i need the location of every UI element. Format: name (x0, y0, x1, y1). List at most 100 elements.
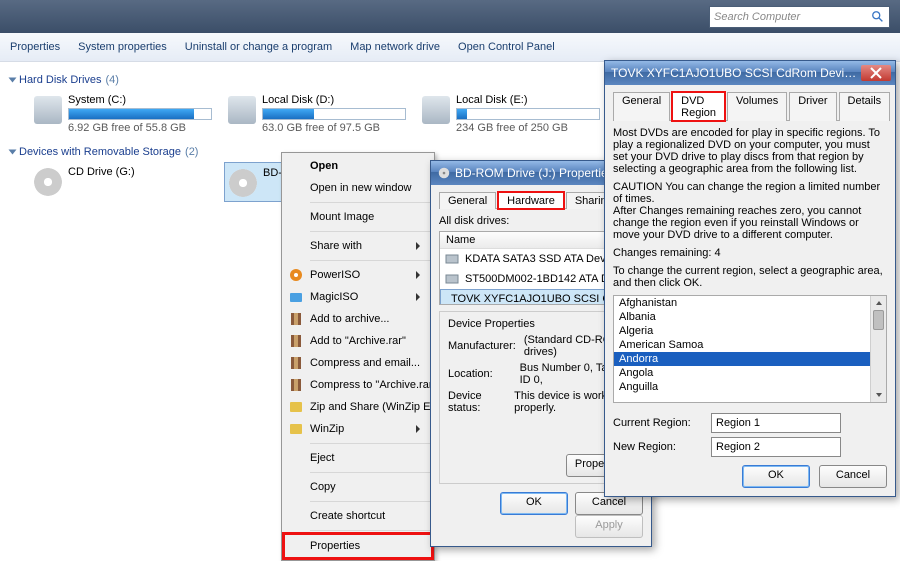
toolbar-system-properties[interactable]: System properties (78, 41, 167, 53)
chevron-right-icon (416, 242, 420, 250)
current-region-label: Current Region: (613, 417, 703, 429)
ctx-eject[interactable]: Eject (284, 447, 432, 469)
ctx-copy[interactable]: Copy (284, 476, 432, 498)
device-tabs: General DVD Region Volumes Driver Detail… (613, 91, 887, 121)
search-input[interactable]: Search Computer (709, 6, 890, 28)
tab-hardware[interactable]: Hardware (498, 192, 564, 209)
separator (310, 530, 430, 531)
chevron-right-icon (416, 293, 420, 301)
region-item[interactable]: Angola (614, 366, 886, 380)
drive-c-name: System (C:) (68, 94, 210, 106)
toolbar-control-panel[interactable]: Open Control Panel (458, 41, 555, 53)
tab-volumes[interactable]: Volumes (727, 92, 787, 121)
drive-e-bar (456, 108, 600, 120)
magiciso-icon (288, 289, 304, 305)
changes-remaining: Changes remaining: 4 (613, 247, 887, 259)
ok-button[interactable]: OK (500, 492, 568, 515)
section-removable-count: (2) (185, 146, 198, 158)
ctx-zip-share[interactable]: Zip and Share (WinZip Express) (284, 396, 432, 418)
disc-icon (229, 169, 257, 197)
scroll-up-icon[interactable] (871, 296, 886, 310)
context-menu: Open Open in new window Mount Image Shar… (281, 152, 435, 561)
hdd-icon (422, 96, 450, 124)
chevron-right-icon (416, 425, 420, 433)
scrollbar[interactable] (870, 296, 886, 402)
winzip-icon (288, 421, 304, 437)
separator (310, 231, 430, 232)
status-label: Device status: (448, 390, 506, 414)
to-change-label: To change the current region, select a g… (613, 265, 887, 289)
ctx-add-rar[interactable]: Add to "Archive.rar" (284, 330, 432, 352)
region-item[interactable]: Algeria (614, 324, 886, 338)
scroll-thumb[interactable] (873, 310, 884, 330)
winrar-icon (288, 333, 304, 349)
hdd-icon (228, 96, 256, 124)
search-placeholder: Search Computer (714, 11, 800, 23)
toolbar-uninstall[interactable]: Uninstall or change a program (185, 41, 332, 53)
separator (310, 501, 430, 502)
drive-d-bar (262, 108, 406, 120)
ctx-compress-rar-email[interactable]: Compress to "Archive.rar" and email (284, 374, 432, 396)
drive-d-name: Local Disk (D:) (262, 94, 404, 106)
winzip-icon (288, 399, 304, 415)
ctx-magiciso[interactable]: MagicISO (284, 286, 432, 308)
ctx-poweriso[interactable]: PowerISO (284, 264, 432, 286)
region-item[interactable]: American Samoa (614, 338, 886, 352)
drive-c-free: 6.92 GB free of 55.8 GB (68, 122, 210, 134)
toolbar-map-drive[interactable]: Map network drive (350, 41, 440, 53)
disc-icon (34, 168, 62, 196)
winrar-icon (288, 377, 304, 393)
ctx-share[interactable]: Share with (284, 235, 432, 257)
drive-c-bar (68, 108, 212, 120)
toolbar-properties[interactable]: Properties (10, 41, 60, 53)
ctx-mount[interactable]: Mount Image (284, 206, 432, 228)
tab-general[interactable]: General (613, 92, 670, 121)
ok-button[interactable]: OK (742, 465, 810, 488)
location-label: Location: (448, 368, 512, 380)
drive-c[interactable]: System (C:) 6.92 GB free of 55.8 GB (30, 90, 214, 138)
ctx-add-archive[interactable]: Add to archive... (284, 308, 432, 330)
region-para1: Most DVDs are encoded for play in specif… (613, 127, 887, 175)
tab-driver[interactable]: Driver (789, 92, 836, 121)
drive-e[interactable]: Local Disk (E:) 234 GB free of 250 GB (418, 90, 602, 138)
address-bar-area: Search Computer (0, 0, 900, 33)
region-item-selected[interactable]: Andorra (614, 352, 886, 366)
close-button[interactable] (861, 65, 891, 81)
hdd-icon (34, 96, 62, 124)
new-region-label: New Region: (613, 441, 703, 453)
chevron-right-icon (416, 271, 420, 279)
current-region-value: Region 1 (711, 413, 841, 433)
region-item[interactable]: Anguilla (614, 380, 886, 394)
ctx-properties[interactable]: Properties (284, 534, 432, 558)
drive-cd[interactable]: CD Drive (G:) (30, 162, 214, 202)
region-item[interactable]: Afghanistan (614, 296, 886, 310)
ctx-compress-email[interactable]: Compress and email... (284, 352, 432, 374)
ctx-open[interactable]: Open (284, 155, 432, 177)
tab-general[interactable]: General (439, 192, 496, 209)
new-region-value: Region 2 (711, 437, 841, 457)
drive-d-free: 63.0 GB free of 97.5 GB (262, 122, 404, 134)
separator (310, 443, 430, 444)
hdd-icon (445, 273, 459, 285)
region-item[interactable]: Albania (614, 310, 886, 324)
disc-icon (437, 166, 451, 180)
section-hdd-count: (4) (106, 74, 119, 86)
drive-e-free: 234 GB free of 250 GB (456, 122, 598, 134)
collapse-triangle-icon (9, 150, 17, 155)
separator (310, 472, 430, 473)
device-title: TOVK XYFC1AJO1UBO SCSI CdRom Device Prop… (611, 66, 861, 80)
ctx-shortcut[interactable]: Create shortcut (284, 505, 432, 527)
ctx-open-new[interactable]: Open in new window (284, 177, 432, 199)
device-titlebar[interactable]: TOVK XYFC1AJO1UBO SCSI CdRom Device Prop… (605, 61, 895, 85)
scroll-down-icon[interactable] (871, 388, 886, 402)
tab-details[interactable]: Details (839, 92, 891, 121)
winrar-icon (288, 311, 304, 327)
drive-d[interactable]: Local Disk (D:) 63.0 GB free of 97.5 GB (224, 90, 408, 138)
region-listbox[interactable]: Afghanistan Albania Algeria American Sam… (613, 295, 887, 403)
poweriso-icon (288, 267, 304, 283)
cancel-button[interactable]: Cancel (819, 465, 887, 488)
winrar-icon (288, 355, 304, 371)
apply-button[interactable]: Apply (575, 515, 643, 538)
tab-dvd-region[interactable]: DVD Region (672, 92, 725, 121)
ctx-winzip[interactable]: WinZip (284, 418, 432, 440)
